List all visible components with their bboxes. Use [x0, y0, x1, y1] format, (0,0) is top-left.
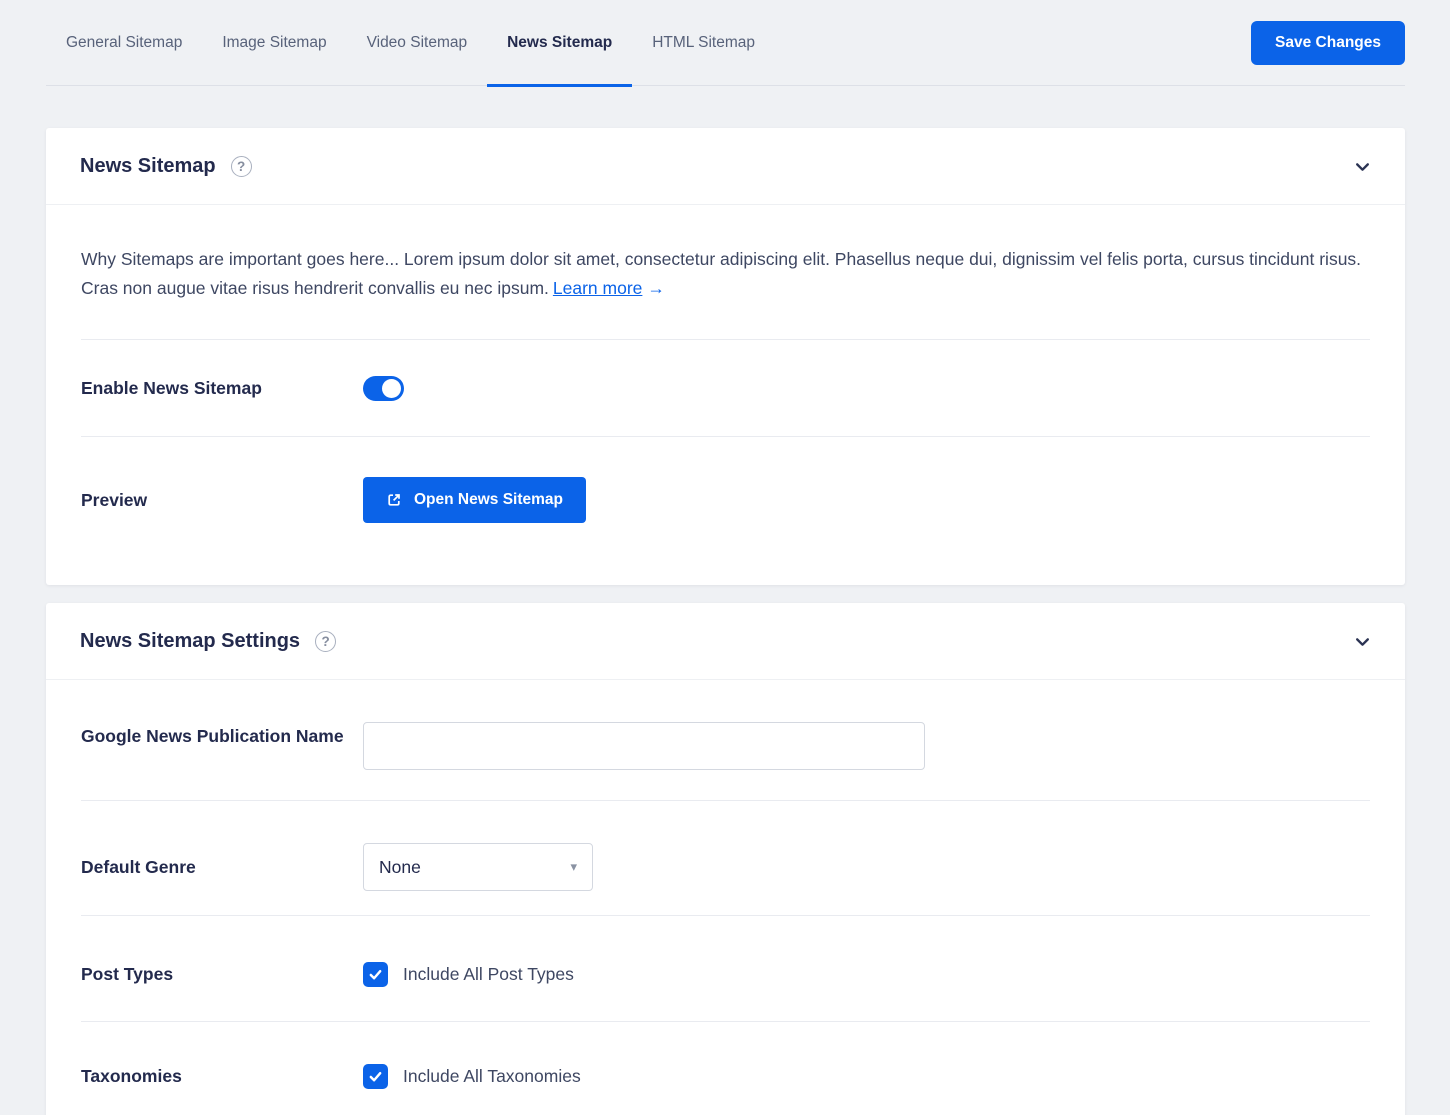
open-news-sitemap-label: Open News Sitemap [414, 491, 563, 509]
news-sitemap-card-header: News Sitemap ? [46, 128, 1405, 205]
description-text: Why Sitemaps are important goes here... … [81, 249, 1361, 298]
google-news-publication-name-row: Google News Publication Name [81, 680, 1370, 801]
tab-news-sitemap[interactable]: News Sitemap [487, 0, 632, 85]
help-icon[interactable]: ? [231, 156, 252, 177]
enable-news-sitemap-label: Enable News Sitemap [81, 374, 363, 402]
news-sitemap-card: News Sitemap ? Why Sitemaps are importan… [46, 128, 1405, 585]
open-news-sitemap-button[interactable]: Open News Sitemap [363, 477, 586, 523]
tab-general-sitemap[interactable]: General Sitemap [46, 0, 202, 85]
default-genre-row: Default Genre None ▾ [81, 801, 1370, 916]
tab-image-sitemap[interactable]: Image Sitemap [202, 0, 346, 85]
google-news-publication-name-label: Google News Publication Name [81, 722, 363, 750]
news-sitemap-settings-card-header: News Sitemap Settings ? [46, 603, 1405, 680]
preview-row: Preview Open News Sitemap [81, 437, 1370, 585]
google-news-publication-name-input[interactable] [363, 722, 925, 770]
chevron-down-icon[interactable] [1354, 633, 1371, 650]
include-all-post-types-label: Include All Post Types [403, 964, 574, 985]
enable-news-sitemap-toggle[interactable] [363, 376, 404, 401]
news-sitemap-settings-card: News Sitemap Settings ? Google News Publ… [46, 603, 1405, 1115]
card-title: News Sitemap [80, 155, 216, 178]
sitemap-tab-bar: General Sitemap Image Sitemap Video Site… [46, 0, 1405, 86]
card-title: News Sitemap Settings [80, 630, 300, 653]
include-all-post-types-checkbox[interactable] [363, 962, 388, 987]
external-link-icon [386, 492, 402, 508]
include-all-taxonomies-label: Include All Taxonomies [403, 1066, 581, 1087]
save-changes-button[interactable]: Save Changes [1251, 21, 1405, 65]
include-all-taxonomies-checkbox[interactable] [363, 1064, 388, 1089]
chevron-down-icon[interactable] [1354, 158, 1371, 175]
post-types-label: Post Types [81, 960, 363, 988]
help-icon[interactable]: ? [315, 631, 336, 652]
card-description: Why Sitemaps are important goes here... … [81, 205, 1370, 340]
learn-more-link[interactable]: Learn more [553, 278, 643, 298]
enable-news-sitemap-row: Enable News Sitemap [81, 340, 1370, 437]
arrow-right-icon: → [647, 278, 665, 298]
taxonomies-row: Taxonomies Include All Taxonomies [81, 1022, 1370, 1115]
default-genre-label: Default Genre [81, 853, 363, 881]
chevron-down-icon: ▾ [570, 859, 577, 875]
default-genre-selected-value: None [379, 857, 421, 878]
taxonomies-label: Taxonomies [81, 1062, 363, 1090]
preview-label: Preview [81, 486, 363, 514]
tab-video-sitemap[interactable]: Video Sitemap [347, 0, 488, 85]
tab-html-sitemap[interactable]: HTML Sitemap [632, 0, 775, 85]
default-genre-select[interactable]: None ▾ [363, 843, 593, 891]
post-types-row: Post Types Include All Post Types [81, 916, 1370, 1022]
sitemap-settings-page: General Sitemap Image Sitemap Video Site… [0, 0, 1450, 1115]
toggle-knob [382, 379, 401, 398]
